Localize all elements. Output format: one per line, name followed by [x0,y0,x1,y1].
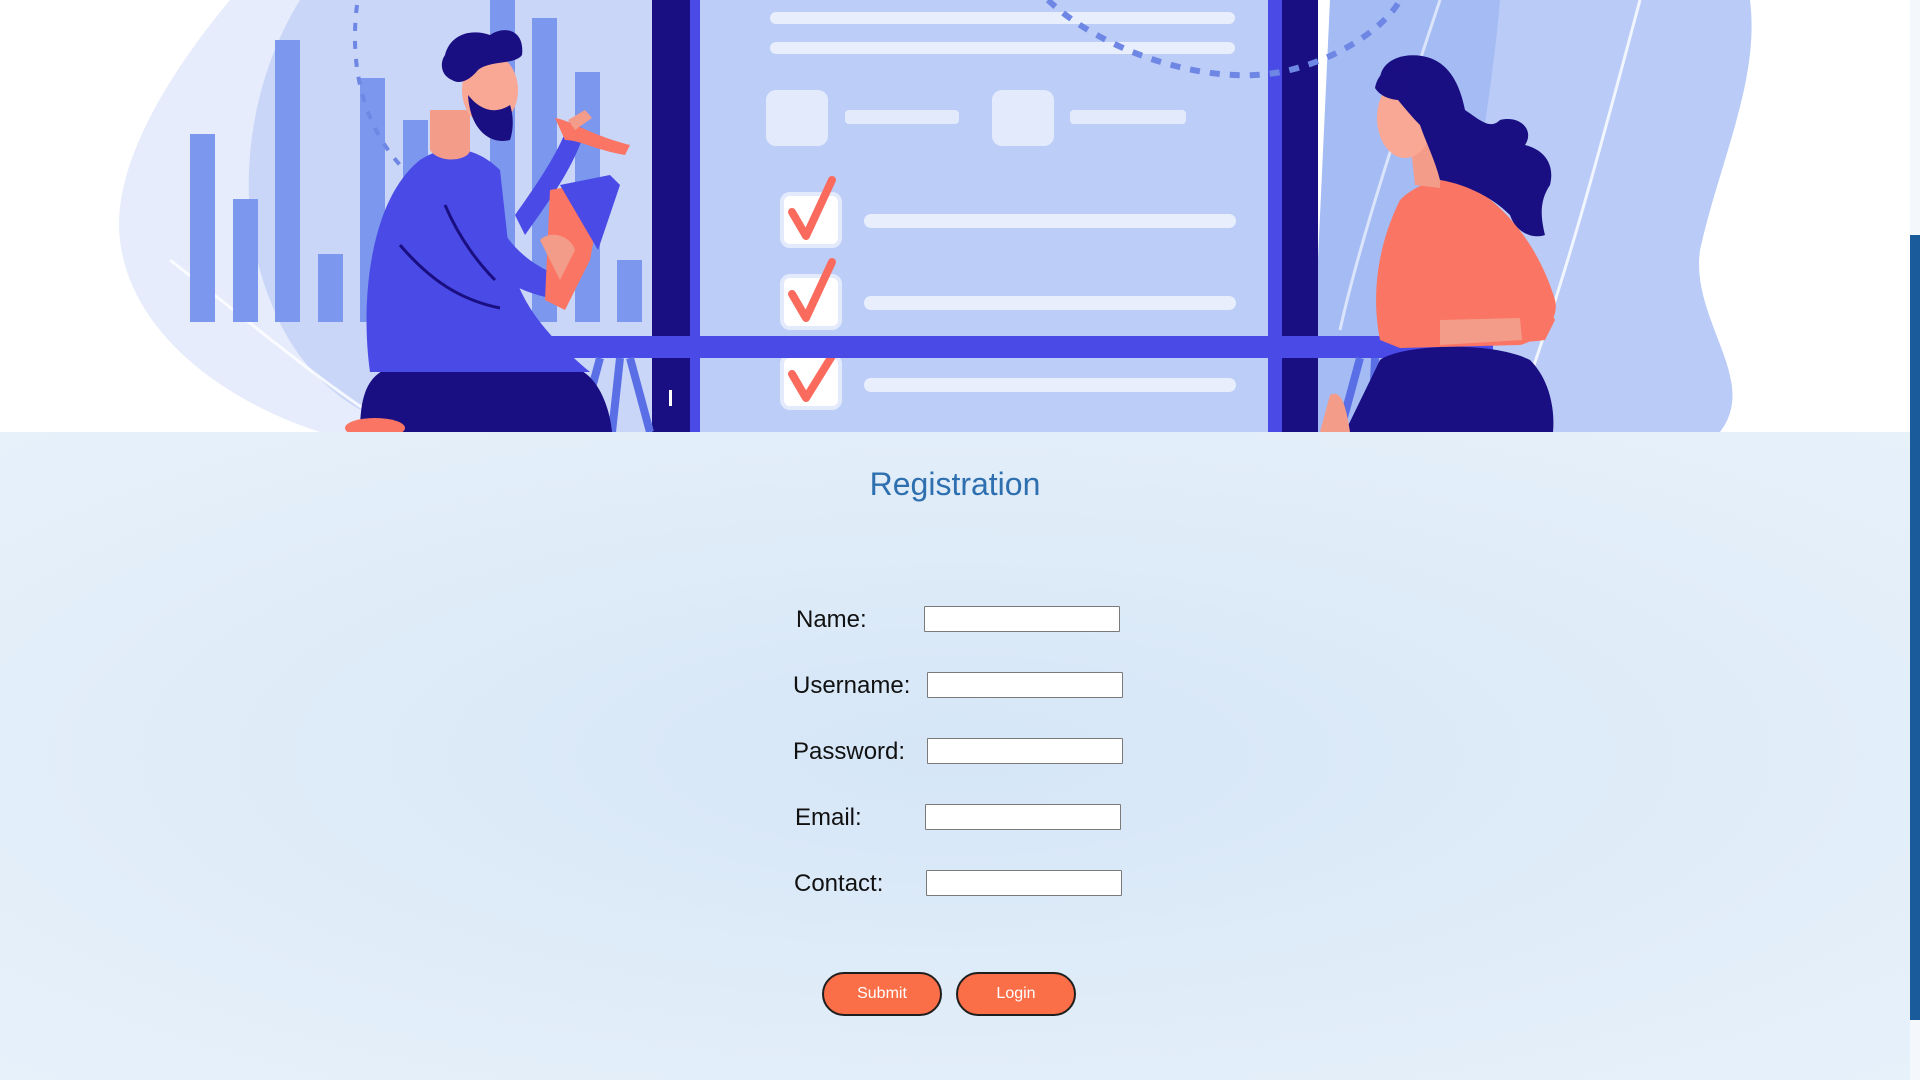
submit-button[interactable]: Submit [822,972,942,1016]
page-title: Registration [869,466,1041,502]
password-field[interactable] [927,738,1123,764]
hero-illustration [0,0,1910,432]
contact-label: Contact: [794,870,884,897]
login-button[interactable]: Login [956,972,1076,1016]
name-label: Name: [796,606,867,633]
username-field[interactable] [927,672,1123,698]
email-field[interactable] [925,804,1121,830]
name-field[interactable] [924,606,1120,632]
contact-field[interactable] [926,870,1122,896]
scrollbar-track[interactable] [1910,0,1920,1080]
username-label: Username: [793,672,911,699]
scrollbar-thumb[interactable] [1910,235,1920,1020]
email-label: Email: [795,804,862,831]
password-label: Password: [793,738,906,765]
